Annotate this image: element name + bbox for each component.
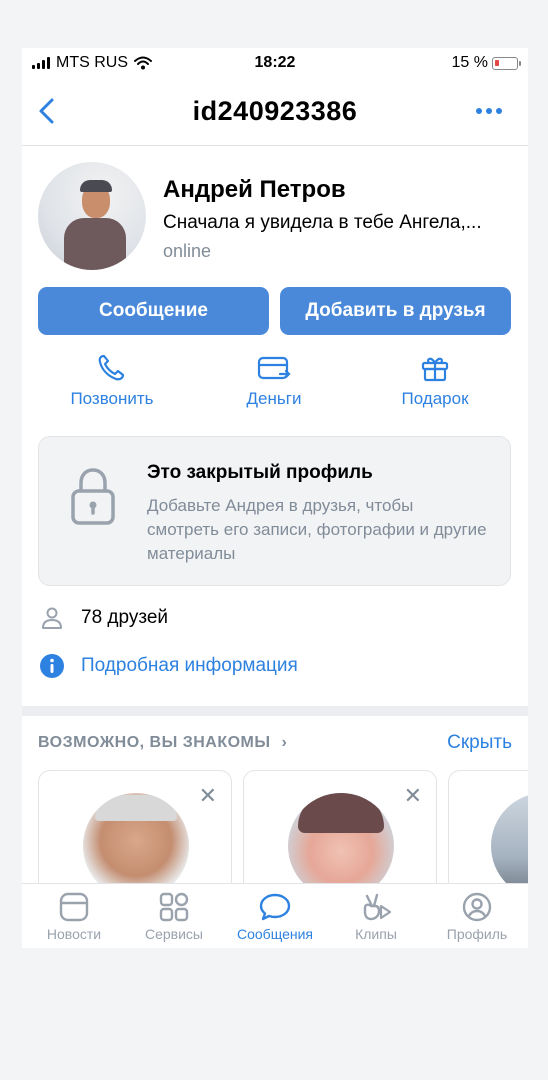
tab-profile[interactable]: Профиль xyxy=(427,892,527,942)
tab-news[interactable]: Новости xyxy=(24,892,124,942)
battery-percent: 15 % xyxy=(451,54,488,71)
profile-icon xyxy=(462,892,492,922)
add-friend-button[interactable]: Добавить в друзья xyxy=(280,287,511,335)
tab-messages[interactable]: Сообщения xyxy=(225,892,325,942)
info-icon xyxy=(40,654,64,678)
hide-suggestions-link[interactable]: Скрыть xyxy=(447,732,512,754)
gift-icon xyxy=(421,357,449,382)
page-title: id240923386 xyxy=(192,96,358,126)
messages-icon xyxy=(259,893,291,921)
battery-icon xyxy=(492,56,521,70)
profile-name: Андрей Петров xyxy=(163,176,346,203)
more-options-icon[interactable] xyxy=(476,108,502,114)
phone-icon xyxy=(98,354,125,381)
call-action[interactable]: Позвонить xyxy=(47,353,177,409)
suggestions-heading[interactable]: ВОЗМОЖНО, ВЫ ЗНАКОМЫ › xyxy=(38,734,287,752)
money-transfer-icon xyxy=(257,356,291,380)
friends-row[interactable]: 78 друзей xyxy=(38,603,168,633)
closed-profile-text: Добавьте Андрея в друзья, чтобы смотреть… xyxy=(147,496,487,563)
services-icon xyxy=(159,892,189,922)
closed-profile-title: Это закрытый профиль xyxy=(147,462,373,483)
phone-screen: MTS RUS 18:22 15 % id240923386 Андрей Пе… xyxy=(22,48,528,948)
closed-profile-notice: Это закрытый профиль Добавьте Андрея в д… xyxy=(38,436,511,586)
details-label: Подробная информация xyxy=(81,655,298,676)
avatar[interactable] xyxy=(38,162,146,270)
friends-count: 78 друзей xyxy=(81,607,169,628)
person-icon xyxy=(42,607,62,629)
tab-clips[interactable]: Клипы xyxy=(326,892,426,942)
money-label: Деньги xyxy=(246,389,302,408)
lock-icon xyxy=(71,468,115,525)
profile-card: Андрей Петров Сначала я увидела в тебе А… xyxy=(22,146,528,706)
gift-label: Подарок xyxy=(401,389,469,408)
profile-status[interactable]: Сначала я увидела в тебе Ангела,... xyxy=(163,212,518,234)
status-bar: MTS RUS 18:22 15 % xyxy=(22,48,528,78)
details-row[interactable]: Подробная информация xyxy=(38,651,298,681)
close-icon[interactable]: ✕ xyxy=(199,783,217,809)
status-right: 15 % xyxy=(451,54,521,72)
nav-header: id240923386 xyxy=(22,78,528,146)
gift-action[interactable]: Подарок xyxy=(370,353,500,409)
news-icon xyxy=(59,892,89,922)
close-icon[interactable]: ✕ xyxy=(404,783,422,809)
clips-icon xyxy=(363,893,392,921)
tab-services[interactable]: Сервисы xyxy=(124,892,224,942)
message-button[interactable]: Сообщение xyxy=(38,287,269,335)
presence-status: online xyxy=(163,241,212,261)
tab-bar: Новости Сервисы Сообщения Клипы Профиль xyxy=(22,883,528,948)
call-label: Позвонить xyxy=(70,389,154,408)
chevron-right-icon: › xyxy=(281,734,288,751)
money-action[interactable]: Деньги xyxy=(209,353,339,409)
